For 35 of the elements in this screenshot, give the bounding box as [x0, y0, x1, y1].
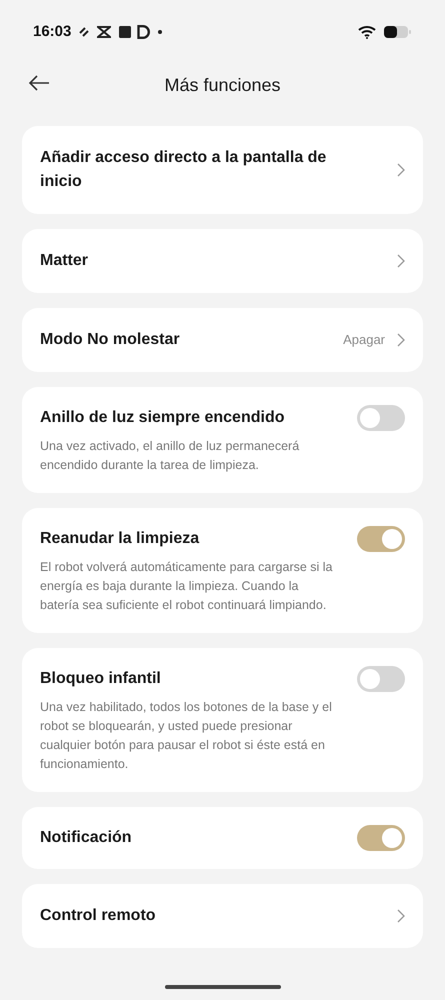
hourglass-icon [97, 26, 112, 38]
status-time: 16:03 [33, 22, 72, 42]
row-title: Reanudar la limpieza [40, 529, 200, 549]
square-app-icon [119, 26, 132, 38]
toggle-switch[interactable] [357, 405, 405, 431]
chevron-right-icon [397, 333, 405, 347]
row-title: Notificación [40, 828, 133, 848]
chevron-right-icon [397, 254, 405, 268]
row-title: Anillo de luz siempre encendido [40, 408, 286, 428]
home-indicator[interactable] [164, 985, 280, 989]
dot-icon [158, 30, 162, 34]
chevron-right-icon [397, 163, 405, 177]
toggle-switch[interactable] [357, 526, 405, 552]
row-title: Añadir acceso directo a la pantalla de inicio [40, 148, 328, 192]
row-description: Una vez activado, el anillo de luz permanecerá encendido durante la tarea de limpieza. [40, 438, 300, 474]
row-description: El robot volverá automáticamente para cargarse si la energía es baja durante la limpieza. Cuando la batería sea suficiente el robot continuará limpiando. [40, 559, 334, 614]
settings-row[interactable]: Modo No molestar Apagar [22, 308, 423, 372]
battery-icon [384, 25, 412, 39]
page-title: Más funciones [164, 74, 281, 96]
row-description: Una vez habilitado, todos los botones de la base y el robot se bloquearán, y usted puede presionar cualquier botón para pausar el robot si éste está en funcionamiento. [40, 699, 333, 773]
settings-row[interactable]: Matter [22, 229, 423, 293]
d-shape-icon [137, 25, 150, 39]
settings-row[interactable]: Control remoto [22, 884, 423, 948]
chevron-right-icon [397, 909, 405, 923]
row-value: Apagar [343, 331, 385, 350]
settings-row[interactable]: Añadir acceso directo a la pantalla de inicio [22, 126, 423, 214]
toggle-switch[interactable] [357, 825, 405, 851]
back-button[interactable] [28, 74, 50, 92]
row-title: Control remoto [40, 906, 157, 926]
row-title: Matter [40, 251, 90, 271]
row-title: Modo No molestar [40, 330, 181, 350]
row-title: Bloqueo infantil [40, 669, 162, 689]
toggle-switch[interactable] [357, 666, 405, 692]
back-arrow-icon [28, 74, 50, 92]
wifi-icon [358, 25, 376, 39]
